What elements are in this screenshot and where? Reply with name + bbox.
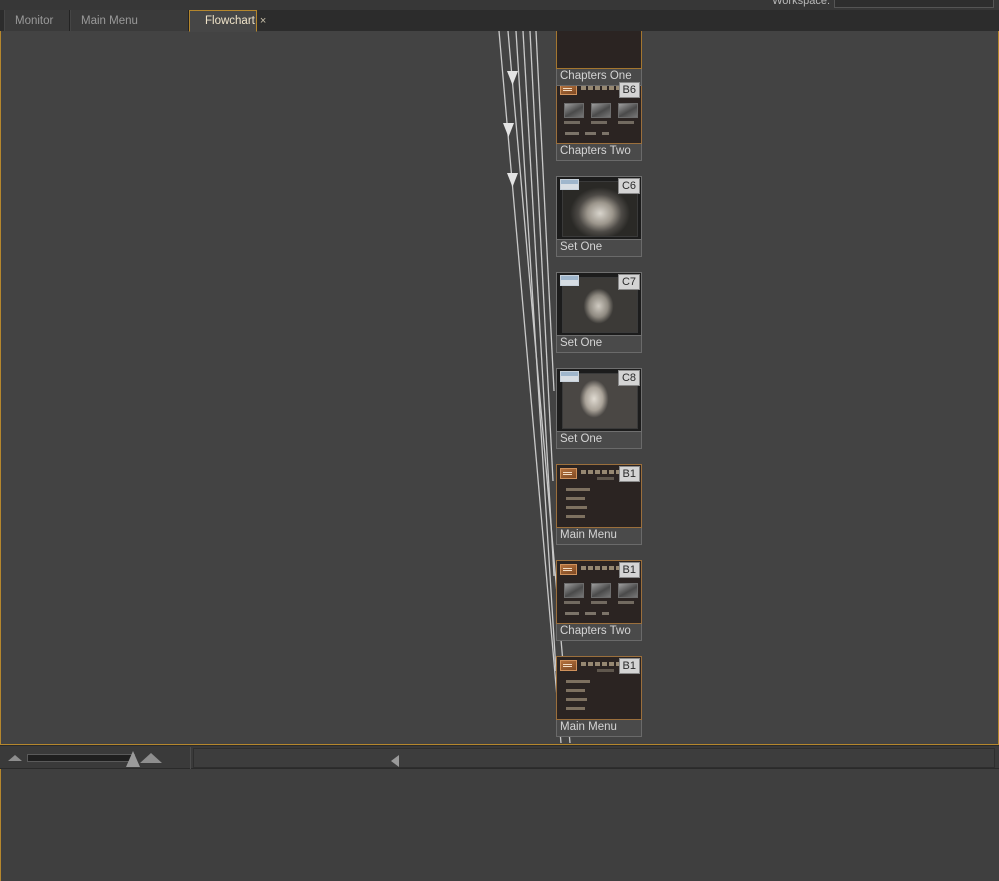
node-label[interactable]: Set One xyxy=(556,240,642,257)
menu-logo-icon xyxy=(560,564,577,575)
horizontal-scrollbar[interactable] xyxy=(193,748,995,768)
workspace-bar: Workspace: xyxy=(0,0,999,10)
workspace-dropdown[interactable] xyxy=(834,0,994,8)
flowchart-node[interactable]: C7 Set One xyxy=(556,272,642,353)
tab-monitor-label: Monitor xyxy=(15,15,54,27)
node-label[interactable]: Chapters Two xyxy=(556,144,642,161)
menu-subtitle-art xyxy=(597,669,614,672)
lower-panel-area xyxy=(0,769,999,881)
chapter-cell xyxy=(618,103,638,124)
flowchart-node[interactable]: Chapters One xyxy=(556,31,642,86)
tab-flowchart[interactable]: Flowchart × xyxy=(189,10,266,32)
flowchart-node[interactable]: B1 Main Menu xyxy=(556,656,642,737)
menu-item xyxy=(566,707,585,710)
panel-tab-bar: Monitor Main Menu Flowchart × xyxy=(0,10,999,32)
menu-item-list xyxy=(566,488,590,524)
chapter-thumbnail-strip xyxy=(564,583,638,604)
chapter-cell xyxy=(591,583,611,604)
node-badge: C7 xyxy=(617,274,640,290)
node-thumbnail[interactable] xyxy=(556,31,642,69)
tab-main-menu-label: Main Menu xyxy=(81,15,138,27)
flowchart-node[interactable]: C6 Set One xyxy=(556,176,642,257)
tab-flowchart-label: Flowchart xyxy=(205,15,255,27)
toolbar-divider xyxy=(190,747,191,769)
menu-subtitle-art xyxy=(597,477,614,480)
chapter-caption xyxy=(591,121,607,124)
chapter-cell xyxy=(591,103,611,124)
flowchart-node[interactable]: C8 Set One xyxy=(556,368,642,449)
node-badge: B1 xyxy=(618,466,640,482)
chapter-image xyxy=(564,103,584,118)
menu-footer-links xyxy=(565,612,609,615)
flowchart-canvas-container[interactable]: Chapters One B6 Chapters Two C6 Set One … xyxy=(2,31,997,744)
menu-logo-icon xyxy=(560,468,577,479)
chapter-cell xyxy=(618,583,638,604)
menu-item xyxy=(566,488,590,491)
chapter-image xyxy=(564,583,584,598)
large-mountain-icon[interactable] xyxy=(140,753,162,763)
chapter-caption xyxy=(618,601,634,604)
chapter-caption xyxy=(564,601,580,604)
flowchart-canvas[interactable]: Chapters One B6 Chapters Two C6 Set One … xyxy=(2,31,997,744)
zoom-slider[interactable] xyxy=(27,751,140,767)
scroll-left-arrow-icon[interactable] xyxy=(391,755,399,767)
node-label[interactable]: Set One xyxy=(556,432,642,449)
flowchart-node[interactable]: B1 Chapters Two xyxy=(556,560,642,641)
node-thumbnail[interactable]: C8 xyxy=(556,368,642,432)
workspace-label: Workspace: xyxy=(772,0,830,7)
node-thumbnail[interactable]: B6 xyxy=(556,80,642,144)
node-badge: B1 xyxy=(618,658,640,674)
chapter-caption xyxy=(564,121,580,124)
chapter-image xyxy=(618,103,638,118)
video-tag-icon xyxy=(560,275,579,286)
menu-footer-links xyxy=(565,132,609,135)
menu-logo-icon xyxy=(560,660,577,671)
chapter-image xyxy=(618,583,638,598)
menu-item-list xyxy=(566,680,590,716)
flowchart-node[interactable]: B6 Chapters Two xyxy=(556,80,642,161)
zoom-slider-thumb[interactable] xyxy=(126,751,140,767)
menu-item xyxy=(566,680,590,683)
flowchart-connectors xyxy=(498,31,571,743)
menu-item xyxy=(566,689,585,692)
node-thumbnail[interactable]: C7 xyxy=(556,272,642,336)
chapter-caption xyxy=(618,121,634,124)
chapter-cell xyxy=(564,583,584,604)
chapter-thumbnail-strip xyxy=(564,103,638,124)
menu-item xyxy=(566,506,587,509)
video-tag-icon xyxy=(560,179,579,190)
node-thumbnail[interactable]: B1 xyxy=(556,656,642,720)
node-label[interactable]: Chapters Two xyxy=(556,624,642,641)
chapter-image xyxy=(591,103,611,118)
node-badge: B1 xyxy=(618,562,640,578)
flowchart-panel: Chapters One B6 Chapters Two C6 Set One … xyxy=(0,31,999,745)
chapter-caption xyxy=(591,601,607,604)
node-badge: C6 xyxy=(617,178,640,194)
close-icon[interactable]: × xyxy=(260,15,266,27)
node-label[interactable]: Main Menu xyxy=(556,528,642,545)
tab-monitor[interactable]: Monitor xyxy=(4,10,70,32)
application-window: Workspace: Monitor Main Menu Flowchart × xyxy=(0,0,999,881)
node-thumbnail[interactable]: B1 xyxy=(556,560,642,624)
menu-item xyxy=(566,515,585,518)
node-label[interactable]: Main Menu xyxy=(556,720,642,737)
chapter-cell xyxy=(564,103,584,124)
flowchart-bottom-toolbar xyxy=(0,745,999,769)
menu-item xyxy=(566,698,587,701)
small-mountain-icon[interactable] xyxy=(8,755,22,761)
node-thumbnail[interactable]: C6 xyxy=(556,176,642,240)
node-badge: B6 xyxy=(618,82,640,98)
node-badge: C8 xyxy=(617,370,640,386)
tab-main-menu[interactable]: Main Menu xyxy=(70,10,189,32)
menu-item xyxy=(566,497,585,500)
zoom-control-group[interactable] xyxy=(8,749,188,767)
node-label[interactable]: Set One xyxy=(556,336,642,353)
flowchart-node[interactable]: B1 Main Menu xyxy=(556,464,642,545)
chapter-image xyxy=(591,583,611,598)
video-tag-icon xyxy=(560,371,579,382)
node-thumbnail[interactable]: B1 xyxy=(556,464,642,528)
